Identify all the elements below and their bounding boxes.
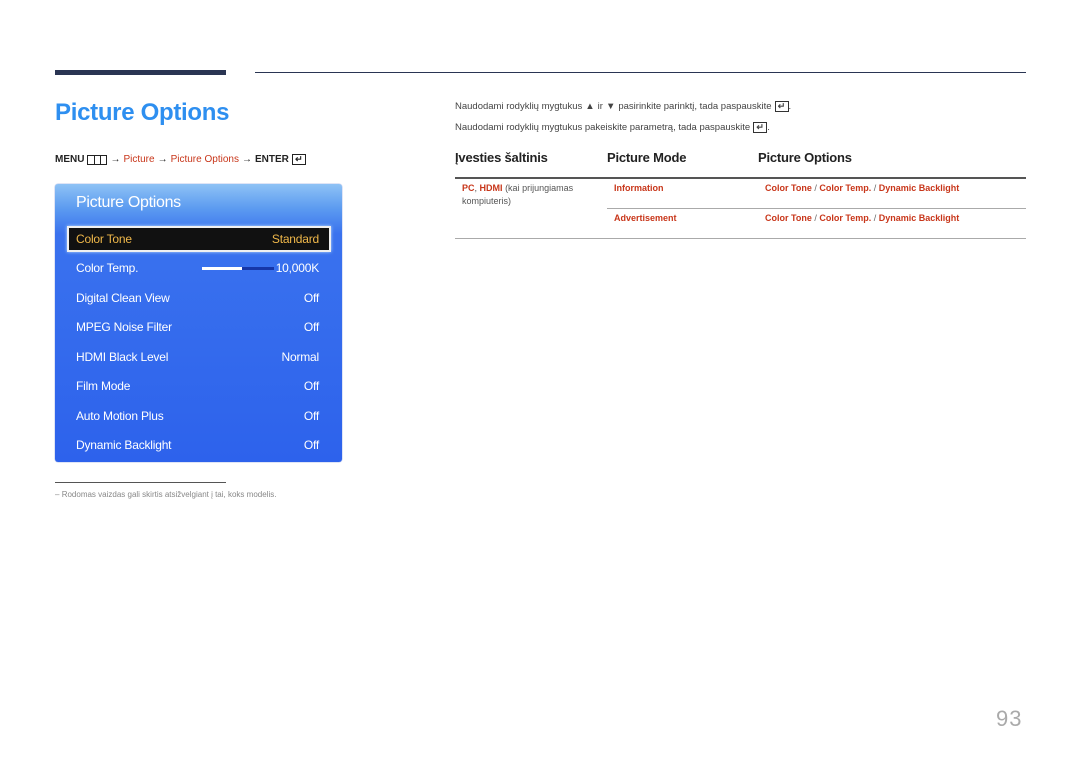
separator: / (814, 213, 817, 223)
arrow-icon: → (241, 154, 252, 165)
table-cell-mode-advertisement: Advertisement (614, 213, 677, 223)
option-color-tone: Color Tone (765, 213, 812, 223)
footnote-text: Rodomas vaizdas gali skirtis atsižvelgia… (61, 490, 277, 499)
table-header-picture-options: Picture Options (758, 150, 852, 165)
footnote: – Rodomas vaizdas gali skirtis atsižvelg… (55, 490, 276, 499)
instruction-text: ir (597, 101, 603, 112)
osd-item-value: Off (303, 379, 319, 393)
option-color-temp: Color Temp. (819, 213, 872, 223)
period: . (788, 101, 792, 112)
source-pc: PC (462, 183, 475, 193)
table-cell-options-row-2: Color Tone / Color Temp. / Dynamic Backl… (765, 212, 959, 225)
table-bottom-rule (455, 238, 1026, 239)
osd-item-label: Auto Motion Plus (76, 409, 164, 423)
osd-item-mpeg-noise-filter[interactable]: MPEG Noise Filter Off (67, 314, 331, 340)
footnote-dash: – (55, 490, 60, 499)
table-cell-mode-information: Information (614, 183, 664, 193)
osd-item-color-temp[interactable]: Color Temp. 10,000K (67, 255, 331, 281)
osd-item-color-tone[interactable]: Color Tone Standard (67, 226, 331, 252)
option-dynamic-backlight: Dynamic Backlight (878, 183, 960, 193)
osd-item-value: Off (303, 291, 319, 305)
osd-item-label: Color Temp. (76, 261, 139, 275)
option-dynamic-backlight: Dynamic Backlight (878, 213, 960, 223)
option-color-tone: Color Tone (765, 183, 812, 193)
instruction-text: pasirinkite parinktį, tada paspauskite (618, 101, 772, 112)
osd-item-value: Off (303, 438, 319, 452)
osd-item-hdmi-black-level[interactable]: HDMI Black Level Normal (67, 344, 331, 370)
menu-label: MENU (55, 154, 85, 165)
instruction-line-2: Naudodami rodyklių mygtukus pakeiskite p… (455, 122, 770, 133)
separator: / (873, 183, 877, 193)
down-arrow-icon: ▼ (605, 101, 616, 112)
source-hdmi: HDMI (479, 183, 503, 193)
menu-step-picture: Picture (123, 154, 155, 165)
table-header-input-source: Įvesties šaltinis (455, 150, 548, 165)
color-temp-slider[interactable] (202, 267, 274, 270)
osd-item-digital-clean-view[interactable]: Digital Clean View Off (67, 285, 331, 311)
osd-item-label: Dynamic Backlight (76, 438, 172, 452)
arrow-icon: → (157, 154, 168, 165)
up-arrow-icon: ▲ (585, 101, 595, 112)
instruction-line-1: Naudodami rodyklių mygtukus ▲ ir ▼ pasir… (455, 101, 791, 112)
osd-picture-options-menu: Picture Options Color Tone Standard Colo… (55, 184, 342, 462)
menu-icon (87, 154, 108, 165)
table-header-rule (455, 177, 1026, 179)
instruction-text: Naudodami rodyklių mygtukus pakeiskite p… (455, 122, 751, 133)
header-rule-thick (55, 70, 226, 75)
table-row-rule (607, 208, 1026, 209)
osd-item-value: Off (303, 320, 319, 334)
osd-item-label: MPEG Noise Filter (76, 320, 172, 334)
osd-item-value: Normal (281, 350, 320, 364)
osd-item-label: Digital Clean View (76, 291, 170, 305)
table-cell-source: PC, HDMI (kai prijungiamas kompiuteris) (462, 182, 602, 208)
enter-icon: ↵ (774, 101, 789, 112)
osd-item-label: HDMI Black Level (76, 350, 169, 364)
osd-item-value: Standard (271, 232, 319, 246)
osd-item-label: Color Tone (76, 232, 132, 246)
source-note: (kai prijungiamas (505, 183, 574, 193)
instruction-text: Naudodami rodyklių mygtukus (455, 101, 583, 112)
footnote-rule (55, 482, 226, 483)
option-color-temp: Color Temp. (819, 183, 872, 193)
table-cell-options-row-1: Color Tone / Color Temp. / Dynamic Backl… (765, 182, 959, 195)
osd-item-value: Off (303, 409, 319, 423)
page-number: 93 (996, 706, 1023, 731)
osd-item-label: Film Mode (76, 379, 131, 393)
color-temp-slider-fill (202, 267, 242, 270)
source-note-2: kompiuteris) (462, 196, 512, 206)
osd-item-auto-motion-plus[interactable]: Auto Motion Plus Off (67, 403, 331, 429)
enter-icon: ↵ (753, 122, 768, 133)
separator: / (814, 183, 817, 193)
page-title: Picture Options (55, 99, 230, 126)
table-header-picture-mode: Picture Mode (607, 150, 687, 165)
enter-label: ENTER (254, 154, 289, 165)
header-rule-thin (255, 72, 1026, 73)
osd-item-value: 10,000K (275, 261, 320, 275)
enter-icon: ↵ (291, 154, 306, 165)
separator: / (873, 213, 877, 223)
osd-item-film-mode[interactable]: Film Mode Off (67, 373, 331, 399)
comma: , (474, 183, 478, 193)
menu-path-breadcrumb: MENU → Picture → Picture Options → ENTER… (55, 154, 306, 165)
period: . (767, 122, 770, 133)
osd-item-dynamic-backlight[interactable]: Dynamic Backlight Off (67, 432, 331, 458)
osd-title: Picture Options (76, 194, 181, 211)
arrow-icon: → (110, 154, 121, 165)
menu-step-picture-options: Picture Options (170, 154, 239, 165)
